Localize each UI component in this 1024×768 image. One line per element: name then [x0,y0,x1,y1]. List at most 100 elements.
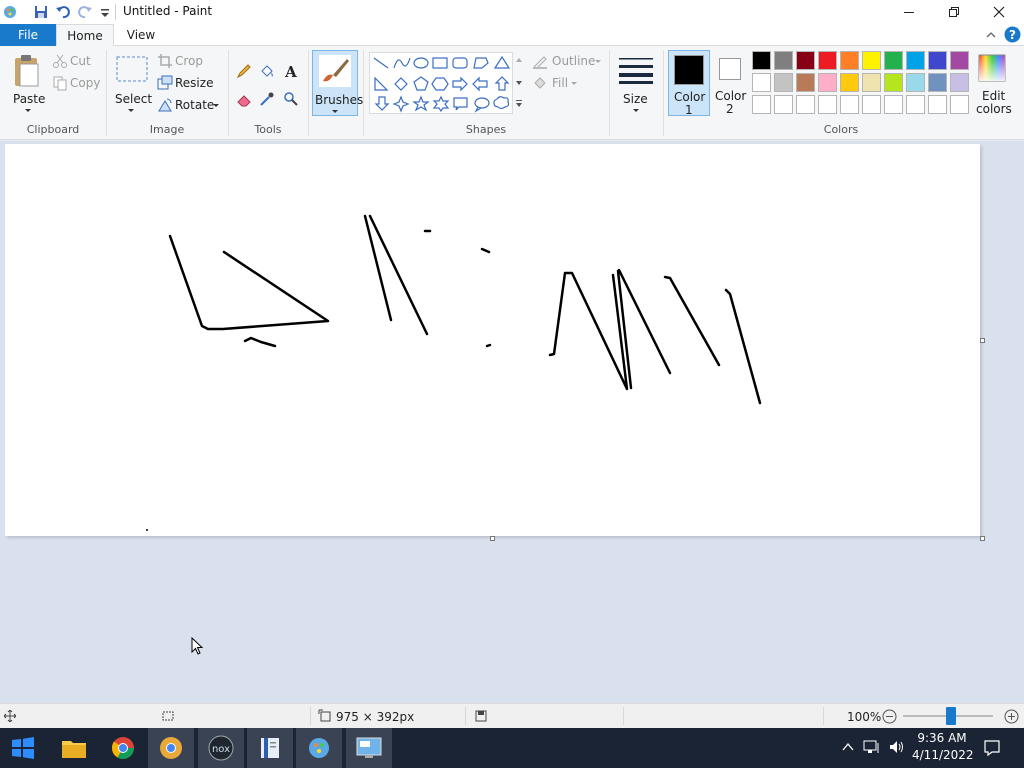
palette-swatch[interactable] [796,51,815,70]
size-button[interactable]: Size [614,50,658,116]
divider [308,50,309,136]
resize-handle-right[interactable] [980,338,985,343]
palette-swatch[interactable] [906,73,925,92]
taskbar-control-panel[interactable] [346,728,392,768]
taskbar-chrome-canary[interactable] [148,728,194,768]
palette-swatch[interactable] [818,51,837,70]
customize-toolbar-icon[interactable] [97,4,113,20]
close-button[interactable] [976,0,1022,24]
fill-bucket-icon[interactable] [259,63,275,79]
taskbar-file-explorer[interactable] [51,728,97,768]
save-icon[interactable] [33,4,49,20]
tab-file[interactable]: File [0,24,56,46]
chevron-down-icon [571,82,577,85]
palette-swatch[interactable] [884,73,903,92]
color-palette [752,51,974,117]
palette-swatch[interactable] [862,73,881,92]
tab-home[interactable]: Home [56,24,114,47]
pencil-icon[interactable] [236,63,252,79]
resize-handle-bottom[interactable] [490,536,495,541]
taskbar-document-app[interactable] [247,728,293,768]
start-button[interactable] [0,728,46,768]
stroke [243,336,277,348]
paint-app-icon[interactable] [2,4,18,20]
palette-swatch[interactable] [906,95,925,114]
color-picker-icon[interactable] [259,91,275,107]
taskbar-chrome[interactable] [100,728,146,768]
crop-button[interactable]: Crop [157,52,217,72]
volume-icon[interactable] [888,739,906,755]
minimize-ribbon-icon[interactable] [985,29,997,41]
zoom-in-icon[interactable] [1004,709,1019,724]
palette-swatch[interactable] [928,95,947,114]
palette-swatch[interactable] [928,51,947,70]
resize-handle-corner[interactable] [980,536,985,541]
color1-button[interactable]: Color 1 [668,50,710,117]
canvas-size-readout: 975 × 392px [336,710,415,724]
color1-swatch [674,55,704,85]
palette-swatch[interactable] [818,73,837,92]
palette-swatch[interactable] [928,73,947,92]
crop-label: Crop [175,54,204,68]
network-icon[interactable] [863,739,881,755]
clock-date[interactable]: 4/11/2022 [912,748,974,762]
right-triangle-shape-icon [374,76,389,91]
svg-text:nox: nox [212,744,230,755]
palette-swatch[interactable] [950,51,969,70]
taskbar-nox[interactable]: nox [198,728,244,768]
palette-swatch[interactable] [884,51,903,70]
palette-swatch[interactable] [840,95,859,114]
redo-icon[interactable] [77,4,93,20]
palette-swatch[interactable] [840,51,859,70]
zoom-out-icon[interactable] [882,709,897,724]
palette-swatch[interactable] [796,95,815,114]
palette-swatch[interactable] [840,73,859,92]
tab-view[interactable]: View [114,24,168,46]
zoom-slider-thumb[interactable] [946,707,956,725]
palette-swatch[interactable] [862,51,881,70]
eraser-icon[interactable] [236,91,252,107]
shapes-gallery-scroll[interactable] [513,52,525,114]
undo-icon[interactable] [55,4,71,20]
clock-time[interactable]: 9:36 AM [912,731,972,745]
paste-button[interactable]: Paste [6,50,48,116]
palette-swatch[interactable] [752,73,771,92]
palette-swatch[interactable] [862,95,881,114]
notifications-icon[interactable] [983,739,1001,757]
taskbar-paint[interactable] [296,728,342,768]
palette-swatch[interactable] [950,73,969,92]
select-label: Select [115,92,153,106]
fill-button[interactable]: Fill [529,74,589,94]
color2-button[interactable]: Color 2 [711,50,751,116]
palette-swatch[interactable] [752,95,771,114]
help-icon[interactable]: ? [1004,26,1021,43]
rotate-button[interactable]: Rotate [157,96,223,116]
brushes-button[interactable]: Brushes [312,50,363,116]
select-button[interactable]: Select [112,50,152,116]
cut-button[interactable]: Cut [52,52,102,72]
edit-colors-button[interactable]: Edit colors [972,50,1014,116]
copy-button[interactable]: Copy [52,74,102,94]
minimize-button[interactable] [886,0,932,24]
palette-swatch[interactable] [906,51,925,70]
pentagon-shape-icon [413,76,429,91]
palette-swatch[interactable] [752,51,771,70]
select-icon [116,56,148,82]
maximize-button[interactable] [931,0,977,24]
palette-swatch[interactable] [818,95,837,114]
resize-button[interactable]: Resize [157,74,217,94]
drawing-canvas[interactable] [5,144,980,536]
text-icon[interactable]: A [283,63,299,79]
cut-label: Cut [70,54,91,68]
palette-swatch[interactable] [950,95,969,114]
stroke [724,288,762,405]
magnifier-icon[interactable] [283,91,299,107]
show-hidden-icons-icon[interactable] [842,741,854,753]
palette-swatch[interactable] [774,51,793,70]
palette-swatch[interactable] [796,73,815,92]
palette-swatch[interactable] [884,95,903,114]
outline-button[interactable]: Outline [529,52,603,72]
fill-icon [534,77,546,89]
palette-swatch[interactable] [774,95,793,114]
palette-swatch[interactable] [774,73,793,92]
